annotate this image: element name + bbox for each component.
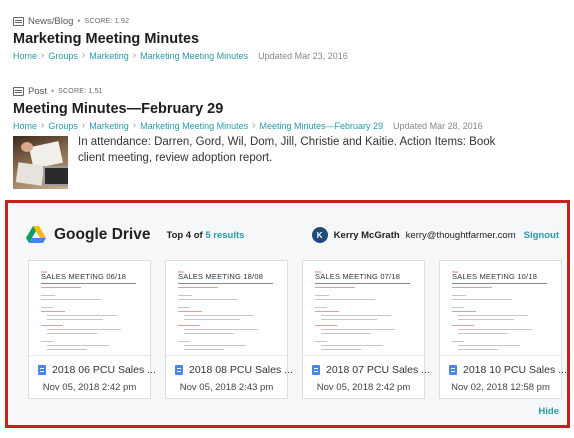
document-preview: PCU SALES MEETING 10/18	[450, 261, 553, 355]
user-email: kerry@thoughtfarmer.com	[405, 229, 516, 241]
breadcrumb: Home › Groups › Marketing › Marketing Meeti…	[13, 50, 348, 61]
breadcrumb-link[interactable]: Marketing Meeting Minutes	[140, 121, 248, 131]
result-meta: News/Blog • SCORE: 1.92	[13, 15, 348, 27]
file-name: 2018 06 PCU Sales ...	[52, 364, 156, 376]
google-drive-title: Google Drive	[54, 226, 151, 243]
file-date: Nov 05, 2018 2:43 pm	[179, 382, 274, 393]
breadcrumb: Home › Groups › Marketing › Marketing Meeti…	[13, 120, 483, 131]
result-type: News/Blog	[28, 15, 74, 27]
result-type: Post	[28, 85, 48, 97]
avatar: K	[311, 227, 328, 243]
result-score: SCORE: 1.92	[84, 17, 130, 25]
breadcrumb-link[interactable]: Marketing	[89, 121, 129, 131]
search-result: Post • SCORE: 1.51 Meeting Minutes—Febru…	[13, 85, 498, 189]
document-icon	[13, 86, 24, 96]
file-list: PCU SALES MEETING 06/18 2018 06 PCU Sale…	[28, 260, 567, 399]
all-results-link[interactable]: 5 results	[205, 230, 244, 241]
google-drive-panel: Google Drive Top 4 of 5 results K Kerry …	[5, 200, 570, 428]
result-title[interactable]: Meeting Minutes—February 29	[13, 101, 498, 117]
google-drive-logo-icon	[26, 226, 46, 244]
hide-link[interactable]: Hide	[538, 406, 559, 417]
breadcrumb-link[interactable]: Groups	[48, 121, 78, 131]
file-date: Nov 05, 2018 2:42 pm	[316, 382, 411, 393]
file-date: Nov 02, 2018 12:58 pm	[451, 382, 550, 393]
document-icon	[13, 16, 24, 26]
user-name: Kerry McGrath	[333, 229, 400, 241]
file-card[interactable]: PCU SALES MEETING 18/08 2018 08 PCU Sale…	[165, 260, 293, 399]
google-doc-icon	[449, 365, 457, 375]
google-drive-header: Google Drive Top 4 of 5 results K Kerry …	[26, 223, 559, 247]
breadcrumb-link[interactable]: Marketing Meeting Minutes	[140, 51, 248, 61]
file-name: 2018 10 PCU Sales ...	[463, 364, 567, 376]
file-card[interactable]: PCU SALES MEETING 10/18 2018 10 PCU Sale…	[439, 260, 567, 399]
document-preview: PCU SALES MEETING 06/18	[39, 261, 142, 355]
document-preview: PCU SALES MEETING 07/18	[313, 261, 416, 355]
file-name: 2018 07 PCU Sales ...	[326, 364, 430, 376]
google-doc-icon	[175, 365, 183, 375]
drive-user: K Kerry McGrath kerry@thoughtfarmer.com …	[311, 227, 559, 243]
result-score: SCORE: 1.51	[58, 87, 103, 95]
signout-link[interactable]: Signout	[524, 230, 559, 241]
result-meta: Post • SCORE: 1.51	[13, 85, 498, 97]
file-date: Nov 05, 2018 2:42 pm	[42, 382, 137, 393]
document-preview: PCU SALES MEETING 18/08	[176, 261, 279, 355]
separator-dot: •	[51, 86, 55, 96]
preview-title: SALES MEETING 18/08	[178, 272, 264, 281]
results-count-label: Top 4 of	[166, 229, 203, 241]
preview-title: SALES MEETING 10/18	[452, 272, 538, 281]
file-card[interactable]: PCU SALES MEETING 06/18 2018 06 PCU Sale…	[28, 260, 156, 399]
breadcrumb-link[interactable]: Home	[13, 121, 37, 131]
breadcrumb-link[interactable]: Marketing	[89, 51, 129, 61]
preview-title: SALES MEETING 06/18	[41, 272, 127, 281]
post-thumbnail[interactable]	[13, 136, 68, 189]
result-excerpt: In attendance: Darren, Gord, Wil, Dom, J…	[78, 136, 496, 164]
google-doc-icon	[312, 365, 320, 375]
updated-date: Updated Mar 23, 2016	[258, 50, 348, 61]
file-card[interactable]: PCU SALES MEETING 07/18 2018 07 PCU Sale…	[302, 260, 430, 399]
results-count: Top 4 of 5 results	[166, 230, 244, 241]
breadcrumb-link[interactable]: Meeting Minutes—February 29	[259, 121, 383, 131]
file-name: 2018 08 PCU Sales ...	[189, 364, 293, 376]
search-result: News/Blog • SCORE: 1.92 Marketing Meetin…	[13, 15, 348, 61]
breadcrumb-link[interactable]: Groups	[48, 51, 78, 61]
separator-dot: •	[77, 16, 81, 26]
updated-date: Updated Mar 28, 2016	[393, 120, 483, 131]
result-title[interactable]: Marketing Meeting Minutes	[13, 31, 348, 47]
preview-title: SALES MEETING 07/18	[315, 272, 401, 281]
google-doc-icon	[38, 365, 46, 375]
breadcrumb-link[interactable]: Home	[13, 51, 37, 61]
